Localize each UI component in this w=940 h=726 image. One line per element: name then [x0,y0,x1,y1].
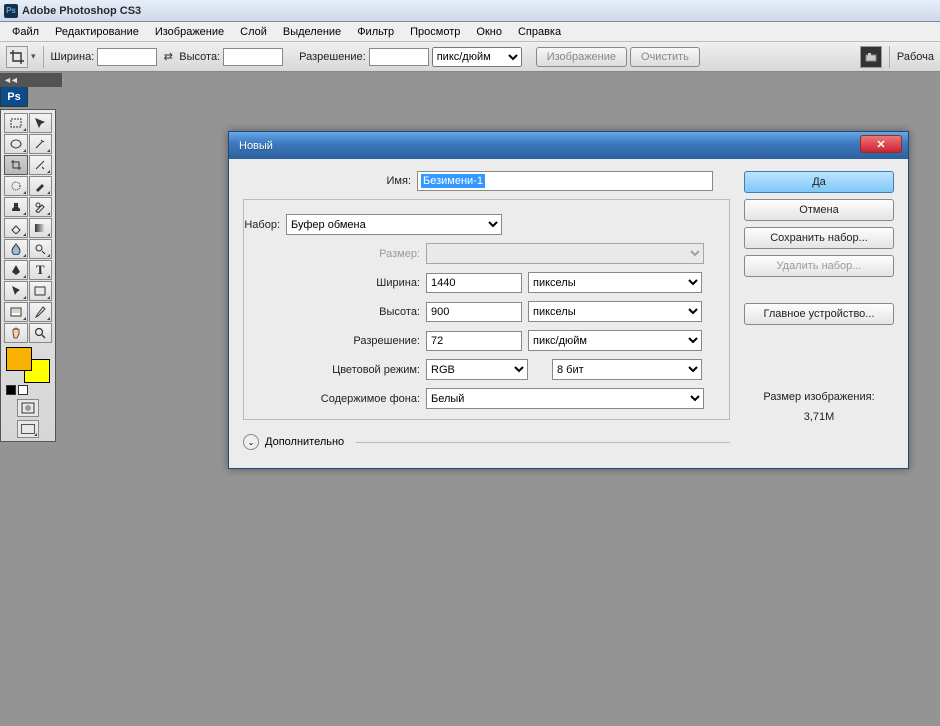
pen-tool[interactable] [4,260,28,280]
res-input[interactable] [426,331,522,351]
swap-icon[interactable]: ⇄ [160,49,176,65]
screenmode-toggle[interactable] [17,420,39,438]
opt-clear-button[interactable]: Очистить [630,47,700,67]
options-bar: ▾ Ширина: ⇄ Высота: Разрешение: пикс/дюй… [0,42,940,72]
device-button[interactable]: Главное устройство... [744,303,894,325]
opt-image-button[interactable]: Изображение [536,47,627,67]
res-label: Разрешение: [252,335,426,347]
bg-label: Содержимое фона: [252,393,426,405]
size-select [426,243,704,264]
bg-select[interactable]: Белый [426,388,704,409]
palette-well: ◄◄ Ps T [0,73,62,442]
save-preset-button[interactable]: Сохранить набор... [744,227,894,249]
window-titlebar: Ps Adobe Photoshop CS3 [0,0,940,22]
preset-select[interactable]: Буфер обмена [286,214,502,235]
swap-colors-icon[interactable] [18,385,28,395]
app-icon: Ps [4,4,18,18]
dialog-title: Новый [239,140,273,152]
brush-tool[interactable] [29,176,53,196]
width-label: Ширина: [252,277,426,289]
menu-window[interactable]: Окно [468,23,510,41]
toolbox: T [0,109,56,442]
crop-tool[interactable] [4,155,28,175]
stamp-tool[interactable] [4,197,28,217]
width-input[interactable] [426,273,522,293]
history-brush-tool[interactable] [29,197,53,217]
opt-height-input[interactable] [223,48,283,66]
menu-layer[interactable]: Слой [232,23,275,41]
marquee-tool[interactable] [4,113,28,133]
shape-tool[interactable] [29,281,53,301]
workspace-label[interactable]: Рабоча [897,51,934,63]
zoom-tool[interactable] [29,323,53,343]
dodge-tool[interactable] [29,239,53,259]
eraser-tool[interactable] [4,218,28,238]
eyedropper-tool[interactable] [29,302,53,322]
mode-label: Цветовой режим: [252,364,426,376]
imgsize-label: Размер изображения: [744,391,894,403]
path-select-tool[interactable] [4,281,28,301]
menu-help[interactable]: Справка [510,23,569,41]
type-tool[interactable]: T [29,260,53,280]
menu-file[interactable]: Файл [4,23,47,41]
heal-tool[interactable] [4,176,28,196]
advanced-label: Дополнительно [265,436,344,448]
opt-res-units[interactable]: пикс/дюйм [432,47,522,67]
move-tool[interactable] [29,113,53,133]
menu-image[interactable]: Изображение [147,23,232,41]
height-input[interactable] [426,302,522,322]
depth-select[interactable]: 8 бит [552,359,702,380]
lasso-tool[interactable] [4,134,28,154]
delete-preset-button[interactable]: Удалить набор... [744,255,894,277]
wand-tool[interactable] [29,134,53,154]
document-settings-group: Набор: Буфер обмена Размер: Ширина: пикс… [243,199,730,420]
opt-width-label: Ширина: [51,51,95,63]
menu-edit[interactable]: Редактирование [47,23,147,41]
opt-height-label: Высота: [179,51,220,63]
dropdown-arrow-icon[interactable]: ▾ [31,51,36,62]
palette-header[interactable]: ◄◄ [0,73,62,87]
menu-filter[interactable]: Фильтр [349,23,402,41]
preset-label: Набор: [112,219,286,231]
height-label: Высота: [252,306,426,318]
name-input[interactable]: Безимени-1 [417,171,713,191]
slice-tool[interactable] [29,155,53,175]
imgsize-value: 3,71M [744,411,894,423]
cancel-button[interactable]: Отмена [744,199,894,221]
height-units-select[interactable]: пикселы [528,301,702,322]
gradient-tool[interactable] [29,218,53,238]
new-document-dialog: Новый ✕ Имя: Безимени-1 Набор: Буфер обм… [228,131,909,469]
bridge-icon[interactable] [860,46,882,68]
dialog-titlebar[interactable]: Новый ✕ [229,132,908,159]
color-swatches[interactable] [4,347,52,383]
menu-select[interactable]: Выделение [275,23,349,41]
mode-select[interactable]: RGB [426,359,528,380]
quickmask-toggle[interactable] [17,399,39,417]
res-units-select[interactable]: пикс/дюйм [528,330,702,351]
notes-tool[interactable] [4,302,28,322]
ps-tab[interactable]: Ps [0,87,28,107]
foreground-color[interactable] [6,347,32,371]
ok-button[interactable]: Да [744,171,894,193]
width-units-select[interactable]: пикселы [528,272,702,293]
opt-res-input[interactable] [369,48,429,66]
crop-tool-icon[interactable] [6,46,28,68]
blur-tool[interactable] [4,239,28,259]
size-label: Размер: [252,248,426,260]
menu-view[interactable]: Просмотр [402,23,468,41]
opt-res-label: Разрешение: [299,51,366,63]
name-label: Имя: [243,175,417,187]
app-title: Adobe Photoshop CS3 [22,5,141,17]
menubar: Файл Редактирование Изображение Слой Выд… [0,22,940,42]
default-colors-icon[interactable] [6,385,16,395]
hand-tool[interactable] [4,323,28,343]
close-button[interactable]: ✕ [860,135,902,153]
advanced-toggle[interactable]: ⌄ [243,434,259,450]
opt-width-input[interactable] [97,48,157,66]
